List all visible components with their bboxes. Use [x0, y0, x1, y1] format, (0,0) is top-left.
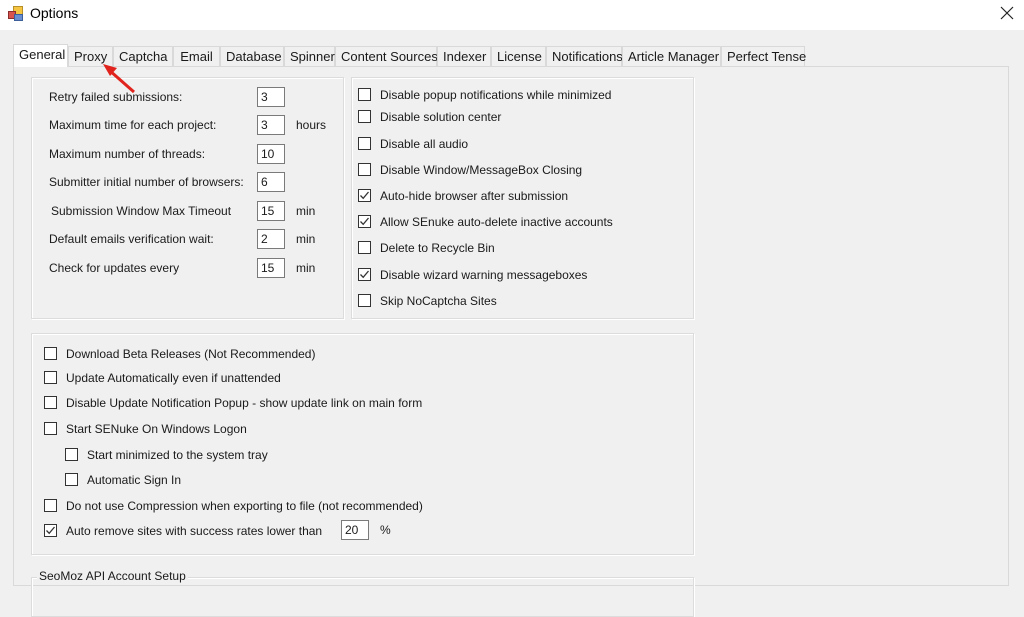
setting-unit: min — [296, 232, 316, 246]
setting-input[interactable]: 6 — [257, 172, 285, 192]
window-title: Options — [30, 5, 79, 21]
checkbox[interactable] — [358, 294, 371, 307]
checkbox-label: Disable all audio — [380, 137, 469, 151]
checkbox-label: Auto-hide browser after submission — [380, 189, 569, 203]
setting-label: Submitter initial number of browsers: — [49, 175, 244, 189]
checkbox-label: Update Automatically even if unattended — [66, 371, 281, 385]
checkbox[interactable] — [44, 499, 57, 512]
setting-input[interactable]: 3 — [257, 115, 285, 135]
checkbox-label: Delete to Recycle Bin — [380, 241, 495, 255]
setting-input[interactable]: 2 — [257, 229, 285, 249]
tab-database[interactable]: Database — [220, 46, 284, 66]
checkbox[interactable] — [44, 422, 57, 435]
checkbox-label: Allow SEnuke auto-delete inactive accoun… — [380, 215, 613, 229]
checkbox-label: Start SENuke On Windows Logon — [66, 422, 247, 436]
tab-general[interactable]: General — [13, 44, 68, 67]
tab-spinner[interactable]: Spinner — [284, 46, 335, 66]
setting-unit: min — [296, 261, 316, 275]
setting-unit: hours — [296, 118, 327, 132]
checkbox[interactable] — [358, 268, 371, 281]
checkbox[interactable] — [358, 189, 371, 202]
checkbox[interactable] — [358, 241, 371, 254]
update-options-group: Download Beta Releases (Not Recommended)… — [31, 333, 694, 555]
tab-email[interactable]: Email — [173, 46, 220, 66]
checkmark-icon — [46, 526, 55, 535]
auto-remove-unit: % — [380, 523, 391, 537]
close-button[interactable] — [994, 0, 1024, 28]
checkbox[interactable] — [65, 448, 78, 461]
checkbox[interactable] — [358, 110, 371, 123]
options-app-icon — [8, 6, 23, 21]
checkbox-label: Automatic Sign In — [87, 473, 182, 487]
title-bar: Options — [0, 0, 1024, 30]
checkbox[interactable] — [65, 473, 78, 486]
tab-page-general: Retry failed submissions: 3 Maximum time f… — [13, 66, 1009, 617]
checkbox[interactable] — [44, 524, 57, 537]
tab-indexer[interactable]: Indexer — [437, 46, 491, 66]
tab-content-sources[interactable]: Content Sources — [335, 46, 438, 66]
tab-article-manager[interactable]: Article Manager — [622, 46, 721, 66]
setting-label: Default emails verification wait: — [49, 232, 214, 246]
seomoz-group-title: SeoMoz API Account Setup — [37, 569, 188, 583]
checkbox[interactable] — [44, 347, 57, 360]
checkbox[interactable] — [358, 215, 371, 228]
checkbox[interactable] — [358, 137, 371, 150]
checkmark-icon — [360, 217, 369, 226]
setting-input[interactable]: 10 — [257, 144, 285, 164]
checkmark-icon — [360, 191, 369, 200]
setting-input[interactable]: 3 — [257, 87, 285, 107]
close-icon — [1000, 6, 1014, 20]
checkbox-label: Disable Update Notification Popup - show… — [66, 396, 423, 410]
seomoz-group: SeoMoz API Account Setup — [31, 569, 694, 617]
checkmark-icon — [360, 270, 369, 279]
checkbox-label: Start minimized to the system tray — [87, 448, 268, 462]
setting-label: Maximum number of threads: — [49, 147, 206, 161]
general-options-group: Disable popup notifications while minimi… — [351, 77, 694, 319]
checkbox-label: Disable solution center — [380, 110, 502, 124]
checkbox[interactable] — [358, 88, 371, 101]
tab-proxy[interactable]: Proxy — [68, 46, 113, 66]
checkbox-label: Disable wizard warning messageboxes — [380, 268, 588, 282]
setting-label: Retry failed submissions: — [49, 90, 183, 104]
checkbox-label: Auto remove sites with success rates low… — [66, 524, 323, 538]
setting-label: Maximum time for each project: — [49, 118, 217, 132]
setting-label: Check for updates every — [49, 261, 180, 275]
checkbox[interactable] — [358, 163, 371, 176]
tab-perfect-tense[interactable]: Perfect Tense — [721, 46, 806, 66]
checkbox-label: Disable Window/MessageBox Closing — [380, 163, 583, 177]
checkbox[interactable] — [44, 396, 57, 409]
tab-license[interactable]: License — [491, 46, 546, 66]
checkbox[interactable] — [44, 371, 57, 384]
settings-group: Retry failed submissions: 3 Maximum time f… — [31, 77, 344, 319]
setting-unit: min — [296, 204, 316, 218]
tab-captcha[interactable]: Captcha — [113, 46, 173, 66]
checkbox-label: Download Beta Releases (Not Recommended) — [66, 347, 316, 361]
auto-remove-threshold-input[interactable]: 20 — [341, 520, 369, 540]
checkbox-label: Skip NoCaptcha Sites — [380, 294, 497, 308]
setting-label: Submission Window Max Timeout — [51, 204, 232, 218]
checkbox-label: Disable popup notifications while minimi… — [380, 88, 612, 102]
tab-notifications[interactable]: Notifications — [546, 46, 623, 66]
setting-input[interactable]: 15 — [257, 258, 285, 278]
checkbox-label: Do not use Compression when exporting to… — [66, 499, 423, 513]
setting-input[interactable]: 15 — [257, 201, 285, 221]
